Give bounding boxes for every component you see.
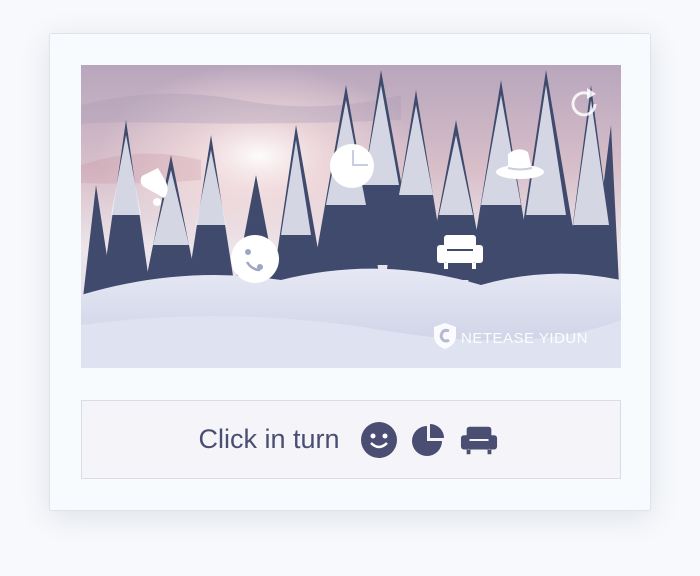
refresh-icon[interactable] — [565, 85, 603, 123]
shield-icon — [433, 322, 457, 355]
sofa-icon — [460, 421, 498, 459]
watermark-text: NETEASE YIDUN — [461, 329, 589, 347]
pie-chart-icon — [410, 421, 448, 459]
instruction-text: Click in turn — [198, 424, 340, 454]
instruction-bar: Click in turn — [81, 400, 621, 479]
smiley-icon — [360, 421, 398, 459]
smiley-icon[interactable] — [230, 234, 280, 284]
captcha-card: NETEASE YIDUN Click in turn — [49, 33, 651, 511]
pie-chart-icon[interactable] — [328, 140, 378, 190]
sofa-icon[interactable] — [435, 227, 485, 277]
captcha-image[interactable]: NETEASE YIDUN — [81, 65, 621, 368]
watermark: NETEASE YIDUN — [433, 322, 589, 355]
bell-icon[interactable] — [130, 162, 180, 212]
hat-icon[interactable] — [494, 140, 544, 190]
